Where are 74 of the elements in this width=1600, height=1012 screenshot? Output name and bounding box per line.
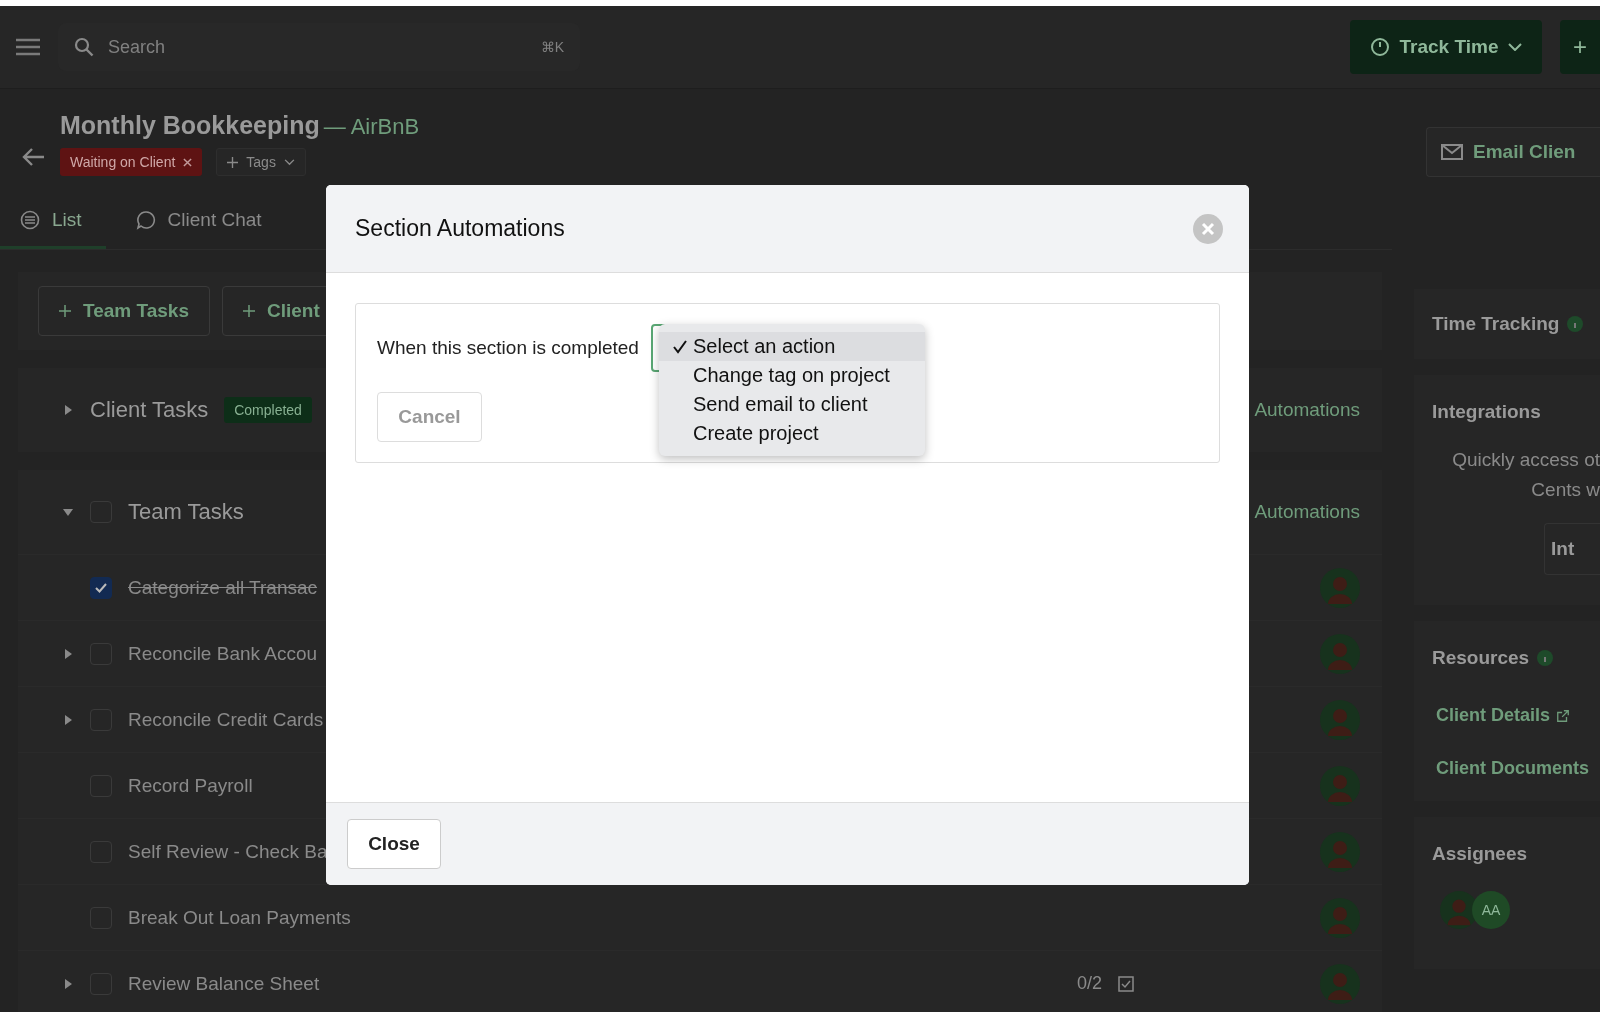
dialog-title: Section Automations bbox=[355, 215, 565, 242]
automations-link[interactable]: Automations bbox=[1254, 399, 1360, 421]
tab[interactable]: List bbox=[0, 193, 106, 249]
add-button[interactable]: + bbox=[1560, 20, 1600, 74]
chevron-down-icon bbox=[1508, 43, 1523, 51]
task-name[interactable]: Self Review - Check Ba bbox=[128, 840, 328, 863]
info-icon[interactable] bbox=[1567, 316, 1584, 332]
status-badge: Completed bbox=[224, 397, 312, 423]
caret-right-icon[interactable] bbox=[62, 647, 74, 660]
task-name[interactable]: Categorize all Transac bbox=[128, 576, 318, 599]
track-time-button[interactable]: Track Time bbox=[1350, 20, 1542, 74]
task-name[interactable]: Reconcile Credit Cards bbox=[128, 708, 324, 731]
menu-icon[interactable] bbox=[16, 38, 40, 56]
shortcut-hint: ⌘K bbox=[540, 39, 564, 55]
close-icon[interactable] bbox=[183, 157, 193, 167]
task-name[interactable]: Record Payroll bbox=[128, 774, 253, 797]
list-icon bbox=[20, 209, 40, 230]
checklist-icon bbox=[1118, 975, 1134, 992]
avatar bbox=[1320, 963, 1360, 1004]
back-arrow-icon[interactable] bbox=[22, 147, 46, 167]
integrations-button[interactable]: Int bbox=[1544, 523, 1600, 575]
tags-dropdown[interactable]: Tags bbox=[216, 148, 306, 176]
tab[interactable]: Client Chat bbox=[115, 193, 286, 249]
chat-bubble-icon bbox=[135, 209, 156, 230]
email-client-button[interactable]: Email Clien bbox=[1426, 127, 1600, 177]
caret-down-icon[interactable] bbox=[62, 506, 74, 518]
search-input[interactable]: Search bbox=[106, 35, 529, 59]
section-title: Team Tasks bbox=[128, 499, 244, 525]
close-button[interactable]: Close bbox=[347, 819, 441, 869]
status-tag[interactable]: Waiting on Client bbox=[60, 148, 203, 176]
menu-option[interactable]: Send email to client bbox=[659, 390, 925, 419]
avatar bbox=[1320, 831, 1360, 872]
task-name[interactable]: Break Out Loan Payments bbox=[128, 906, 351, 929]
avatar bbox=[1320, 633, 1360, 674]
menu-option[interactable]: Change tag on project bbox=[659, 361, 925, 390]
description-text: Cents w bbox=[1531, 479, 1600, 501]
resource-link[interactable]: Client Documents bbox=[1436, 758, 1590, 779]
external-link-icon bbox=[1556, 708, 1571, 723]
card-title: Time Tracking bbox=[1432, 313, 1560, 335]
avatar bbox=[1320, 699, 1360, 740]
avatar bbox=[1320, 897, 1360, 938]
envelope-icon bbox=[1441, 144, 1463, 160]
automations-link[interactable]: Automations bbox=[1254, 501, 1360, 523]
resource-link[interactable]: Client Details bbox=[1436, 705, 1551, 726]
description-text: Quickly access ot bbox=[1452, 449, 1600, 471]
section-title: Client Tasks bbox=[90, 397, 209, 423]
chevron-down-icon bbox=[283, 158, 295, 166]
caret-right-icon[interactable] bbox=[62, 713, 74, 726]
plus-icon bbox=[242, 305, 255, 317]
menu-option[interactable]: Create project bbox=[659, 419, 925, 448]
task-name[interactable]: Reconcile Bank Accou bbox=[128, 642, 318, 665]
checkbox[interactable] bbox=[90, 576, 112, 599]
add-section-button[interactable]: Team Tasks bbox=[38, 286, 210, 336]
client-name[interactable]: — AirBnB bbox=[323, 114, 420, 140]
avatar bbox=[1440, 891, 1478, 929]
check-icon bbox=[673, 339, 687, 354]
initials-avatar: AA bbox=[1472, 891, 1510, 929]
project-title: Monthly Bookkeeping bbox=[60, 111, 320, 140]
search-icon bbox=[74, 37, 94, 57]
card-title: Resources bbox=[1432, 647, 1530, 669]
subtask-count: 0/2 bbox=[1076, 973, 1102, 994]
caret-right-icon[interactable] bbox=[62, 977, 74, 990]
avatar bbox=[1320, 567, 1360, 608]
trigger-label: When this section is completed bbox=[377, 337, 639, 359]
caret-right-icon[interactable] bbox=[62, 404, 74, 416]
avatar bbox=[1320, 765, 1360, 806]
info-icon[interactable] bbox=[1537, 650, 1554, 666]
plus-icon bbox=[227, 156, 239, 168]
card-title: Assignees bbox=[1432, 842, 1528, 866]
card-title: Integrations bbox=[1432, 400, 1541, 424]
menu-option[interactable]: Select an action bbox=[659, 332, 925, 361]
clock-icon bbox=[1369, 37, 1390, 57]
task-name[interactable]: Review Balance Sheet bbox=[128, 972, 320, 995]
plus-icon bbox=[59, 305, 71, 317]
